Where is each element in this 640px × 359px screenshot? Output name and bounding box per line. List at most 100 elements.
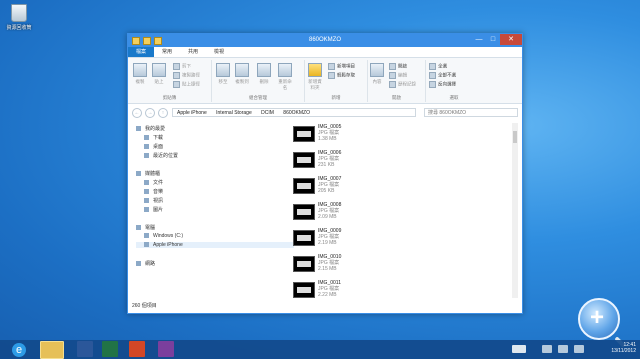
excel-icon[interactable] <box>102 341 118 357</box>
nav-network[interactable]: 網路 <box>136 260 155 267</box>
address-row: ← → ↑ Apple iPhone Internal Storage DCIM… <box>128 106 522 120</box>
copy-to-icon <box>235 63 249 77</box>
list-item[interactable]: IMG_0007 JPG 檔案 205 KB <box>293 176 463 200</box>
list-item[interactable]: IMG_0005 JPG 檔案 1.38 MB <box>293 124 463 148</box>
nav-music[interactable]: 音樂 <box>144 188 163 195</box>
clipboard-group: 複製 貼上 剪下 複製路徑 貼上捷徑 剪貼簿 <box>128 60 212 102</box>
tab-view[interactable]: 檢視 <box>206 47 232 57</box>
nav-desktop[interactable]: 桌面 <box>144 143 163 150</box>
image-thumbnail <box>293 282 315 298</box>
select-none-button[interactable]: 全部不選 <box>429 72 456 79</box>
breadcrumb-apple-iphone[interactable]: Apple iPhone <box>177 110 207 116</box>
tray-icon[interactable] <box>542 345 552 353</box>
ribbon-tabs: 檔案 常用 共用 檢視 <box>128 47 522 58</box>
move-to-button[interactable]: 移至 <box>216 63 230 85</box>
maximize-button[interactable]: □ <box>486 34 500 45</box>
scrollbar-thumb[interactable] <box>513 131 517 143</box>
image-thumbnail <box>293 204 315 220</box>
image-thumbnail <box>293 230 315 246</box>
recycle-bin-label: 資源回收筒 <box>6 25 32 31</box>
organize-group: 移至 複製到 刪除 重新命名 組合管理 <box>212 60 305 102</box>
open-group: 內容 開啟 編輯 歷程記錄 開啟 <box>368 60 426 102</box>
up-button[interactable]: ↑ <box>158 108 168 118</box>
onenote-icon[interactable] <box>158 341 174 357</box>
keyboard-icon[interactable] <box>512 345 526 353</box>
window-title: 860OKMZO <box>308 37 341 43</box>
breadcrumb-internal-storage[interactable]: Internal Storage <box>216 110 252 116</box>
file-explorer-icon[interactable] <box>40 341 64 359</box>
properties-button[interactable]: 內容 <box>370 63 384 85</box>
nav-downloads[interactable]: 下載 <box>144 134 163 141</box>
powerpoint-icon[interactable] <box>129 341 145 357</box>
move-to-icon <box>216 63 230 77</box>
back-button[interactable]: ← <box>132 108 142 118</box>
nav-apple-iphone[interactable]: Apple iPhone <box>136 242 294 248</box>
select-group: 全選 全部不選 反向選擇 選取 <box>426 60 482 102</box>
list-item[interactable]: IMG_0011 JPG 檔案 2.22 MB <box>293 280 463 298</box>
copy-icon <box>133 63 147 77</box>
taskbar: e 12:41 13/11/2012 <box>0 340 640 359</box>
invert-selection-button[interactable]: 反向選擇 <box>429 81 456 88</box>
nav-recent-places[interactable]: 最近的位置 <box>144 152 178 159</box>
tray-icon[interactable] <box>574 345 584 353</box>
title-bar[interactable]: 860OKMZO — □ ✕ <box>128 34 522 47</box>
new-folder-icon <box>308 63 322 77</box>
explorer-window: 860OKMZO — □ ✕ 檔案 常用 共用 檢視 複製 貼上 剪下 複製路徑… <box>127 33 523 314</box>
select-all-button[interactable]: 全選 <box>429 63 447 70</box>
list-item[interactable]: IMG_0006 JPG 檔案 231 KB <box>293 150 463 174</box>
internet-explorer-icon[interactable]: e <box>12 343 26 357</box>
tab-file[interactable]: 檔案 <box>128 47 155 57</box>
nav-windows-c[interactable]: Windows (C:) <box>144 233 183 239</box>
history-button[interactable]: 歷程記錄 <box>389 81 416 88</box>
vertical-scrollbar[interactable] <box>512 123 518 298</box>
nav-pictures[interactable]: 圖片 <box>144 206 163 213</box>
new-item-button[interactable]: 新增項目 <box>328 63 355 70</box>
word-icon[interactable] <box>77 341 93 357</box>
paste-shortcut-button[interactable]: 貼上捷徑 <box>173 81 200 88</box>
image-thumbnail <box>293 178 315 194</box>
properties-icon <box>370 63 384 77</box>
image-thumbnail <box>293 126 315 142</box>
new-group: 新增資料夾 新增項目 輕鬆存取 新增 <box>305 60 368 102</box>
nav-videos[interactable]: 視訊 <box>144 197 163 204</box>
delete-button[interactable]: 刪除 <box>257 63 271 85</box>
recycle-bin-icon <box>11 4 27 22</box>
rename-button[interactable]: 重新命名 <box>278 63 292 91</box>
cut-button[interactable]: 剪下 <box>173 63 191 70</box>
paste-button[interactable]: 貼上 <box>152 63 166 85</box>
nav-computer[interactable]: 電腦 <box>136 224 155 231</box>
clock[interactable]: 12:41 13/11/2012 <box>611 342 636 354</box>
breadcrumb-dcim[interactable]: DCIM <box>261 110 274 116</box>
image-thumbnail <box>293 256 315 272</box>
ribbon: 複製 貼上 剪下 複製路徑 貼上捷徑 剪貼簿 移至 複製到 刪除 重新命名 組合… <box>128 58 522 104</box>
nav-libraries[interactable]: 媒體櫃 <box>136 170 160 177</box>
new-folder-button[interactable]: 新增資料夾 <box>308 63 322 91</box>
easy-access-button[interactable]: 輕鬆存取 <box>328 72 355 79</box>
rename-icon <box>278 63 292 77</box>
recycle-bin[interactable]: 資源回收筒 <box>4 4 34 31</box>
tray-icon[interactable] <box>558 345 568 353</box>
tab-home[interactable]: 常用 <box>154 47 180 57</box>
navigation-pane: 我的最愛 下載 桌面 最近的位置 媒體櫃 文件 音樂 視訊 圖片 電腦 Wind… <box>132 123 294 298</box>
list-item[interactable]: IMG_0009 JPG 檔案 2.19 MB <box>293 228 463 252</box>
copy-path-button[interactable]: 複製路徑 <box>173 72 200 79</box>
nav-documents[interactable]: 文件 <box>144 179 163 186</box>
forward-button[interactable]: → <box>145 108 155 118</box>
close-button[interactable]: ✕ <box>500 34 522 45</box>
file-list: IMG_0005 JPG 檔案 1.38 MB IMG_0006 JPG 檔案 231 … <box>293 123 515 298</box>
minimize-button[interactable]: — <box>472 34 486 45</box>
paste-icon <box>152 63 166 77</box>
breadcrumb-folder[interactable]: 860OKMZO <box>283 110 310 116</box>
delete-icon <box>257 63 271 77</box>
nav-favorites[interactable]: 我的最愛 <box>136 125 165 132</box>
search-input[interactable]: 搜尋 860OKMZO <box>424 108 518 117</box>
address-bar[interactable]: Apple iPhone Internal Storage DCIM 860OK… <box>172 108 416 117</box>
edit-button[interactable]: 編輯 <box>389 72 407 79</box>
open-button[interactable]: 開啟 <box>389 63 407 70</box>
magnifier-icon[interactable]: + <box>578 298 620 340</box>
list-item[interactable]: IMG_0010 JPG 檔案 2.15 MB <box>293 254 463 278</box>
copy-button[interactable]: 複製 <box>133 63 147 85</box>
copy-to-button[interactable]: 複製到 <box>235 63 249 85</box>
list-item[interactable]: IMG_0008 JPG 檔案 2.09 MB <box>293 202 463 226</box>
tab-share[interactable]: 共用 <box>180 47 206 57</box>
